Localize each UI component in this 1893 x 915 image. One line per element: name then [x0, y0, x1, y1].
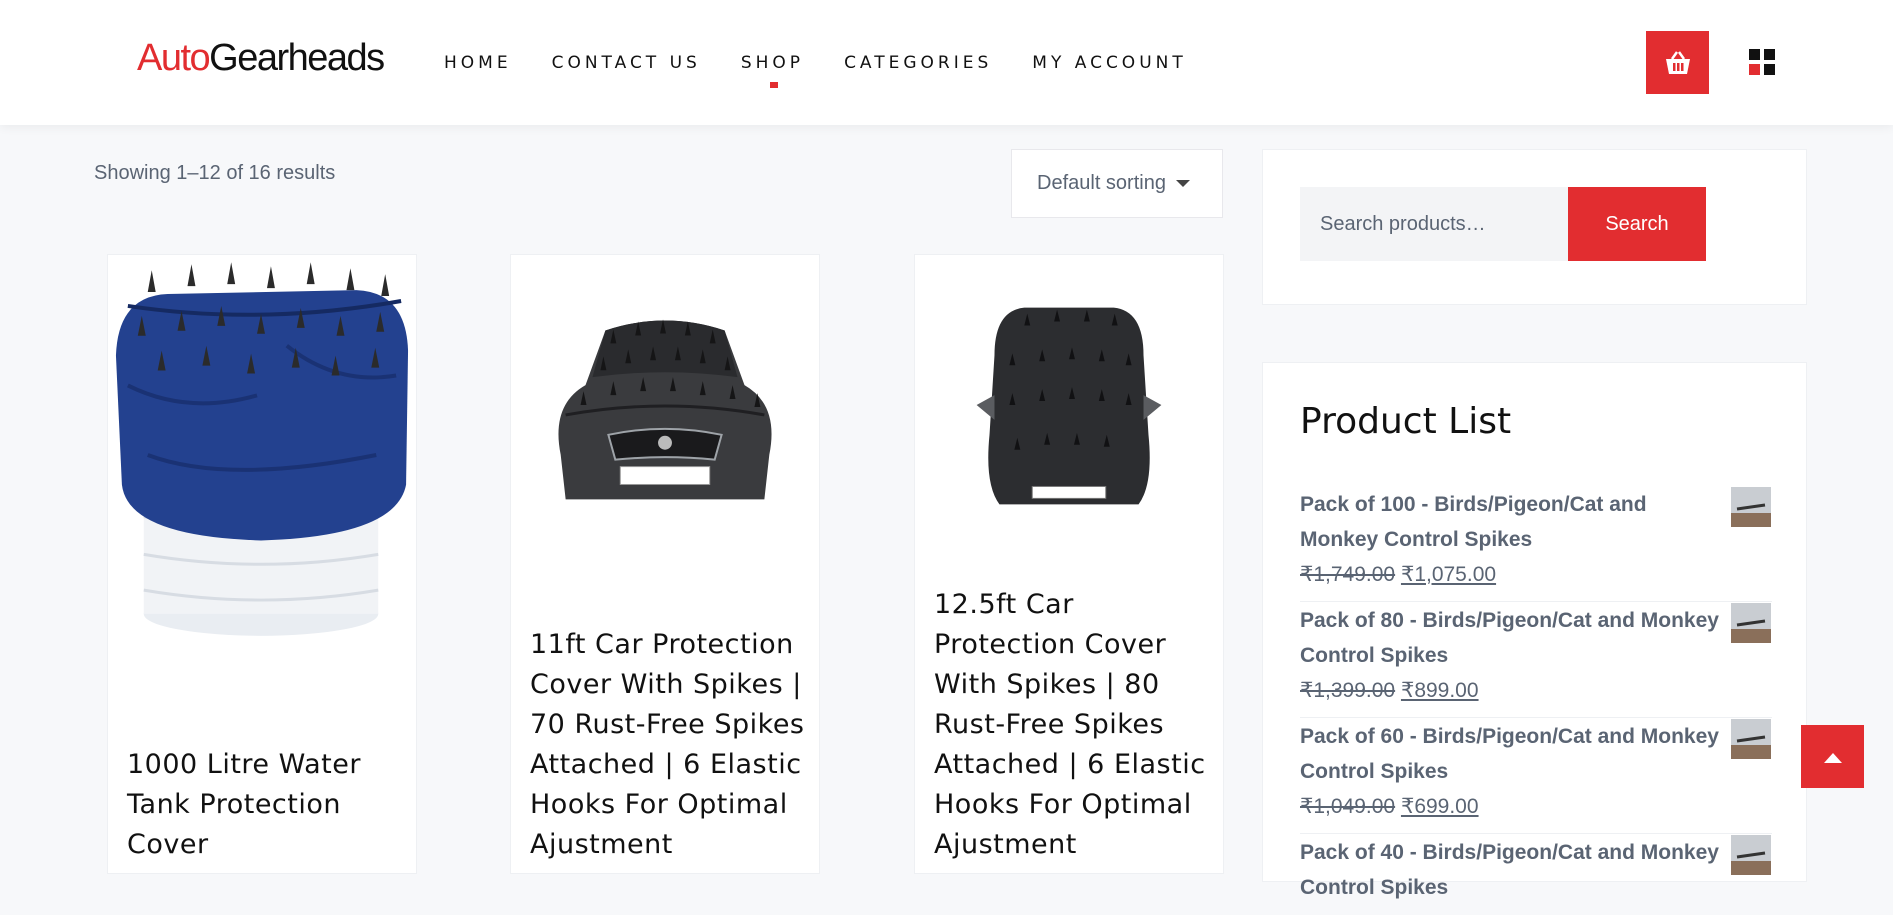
- product-thumbnail[interactable]: [1731, 835, 1771, 875]
- site-logo[interactable]: AutoGearheads: [137, 37, 385, 80]
- product-card[interactable]: 11ft Car Protection Cover With Spikes | …: [510, 254, 820, 874]
- product-price: ₹1,399.00 ₹899.00: [1300, 679, 1479, 702]
- main-nav: HOME CONTACT US SHOP CATEGORIES MY ACCOU…: [444, 53, 1227, 88]
- site-header: AutoGearheads HOME CONTACT US SHOP CATEG…: [0, 0, 1893, 125]
- caret-down-icon: [1175, 180, 1190, 187]
- menu-grid-icon[interactable]: [1749, 49, 1775, 75]
- list-item: Pack of 100 - Birds/Pigeon/Cat and Monke…: [1300, 487, 1772, 602]
- product-thumbnail[interactable]: [1731, 719, 1771, 759]
- product-card[interactable]: 12.5ft Car Protection Cover With Spikes …: [914, 254, 1224, 874]
- product-image: [558, 319, 772, 500]
- basket-icon: [1665, 50, 1690, 74]
- product-title[interactable]: 12.5ft Car Protection Cover With Spikes …: [934, 585, 1214, 865]
- product-thumbnail[interactable]: [1731, 603, 1771, 643]
- sorting-label: Default sorting: [1037, 172, 1166, 194]
- list-item: Pack of 80 - Birds/Pigeon/Cat and Monkey…: [1300, 603, 1772, 718]
- product-list-link[interactable]: Pack of 40 - Birds/Pigeon/Cat and Monkey…: [1300, 835, 1720, 905]
- nav-my-account[interactable]: MY ACCOUNT: [1032, 53, 1186, 73]
- search-input[interactable]: [1300, 187, 1568, 261]
- search-button[interactable]: Search: [1568, 187, 1706, 261]
- caret-up-icon: [1823, 752, 1842, 763]
- nav-categories[interactable]: CATEGORIES: [844, 53, 992, 73]
- product-title[interactable]: 11ft Car Protection Cover With Spikes | …: [530, 625, 810, 865]
- list-item: Pack of 40 - Birds/Pigeon/Cat and Monkey…: [1300, 835, 1772, 915]
- product-image: [976, 307, 1162, 505]
- product-title[interactable]: 1000 Litre Water Tank Protection Cover: [127, 745, 407, 865]
- list-item: Pack of 60 - Birds/Pigeon/Cat and Monkey…: [1300, 719, 1772, 834]
- product-list-widget: Product List Pack of 100 - Birds/Pigeon/…: [1262, 362, 1807, 899]
- cart-button[interactable]: [1646, 31, 1709, 94]
- product-price: ₹1,749.00 ₹1,075.00: [1300, 563, 1497, 586]
- product-image: [115, 262, 409, 636]
- product-price: ₹1,049.00 ₹699.00: [1300, 795, 1479, 818]
- product-card[interactable]: 1000 Litre Water Tank Protection Cover: [107, 254, 417, 874]
- nav-home[interactable]: HOME: [444, 53, 512, 73]
- sorting-select[interactable]: Default sorting: [1011, 149, 1223, 218]
- result-count: Showing 1–12 of 16 results: [94, 162, 336, 184]
- product-list-title: Product List: [1300, 401, 1512, 442]
- nav-contact-us[interactable]: CONTACT US: [552, 53, 701, 73]
- active-nav-indicator: [770, 82, 779, 88]
- product-thumbnail[interactable]: [1731, 487, 1771, 527]
- product-list-link[interactable]: Pack of 60 - Birds/Pigeon/Cat and Monkey…: [1300, 719, 1720, 789]
- scroll-to-top-button[interactable]: [1801, 725, 1864, 788]
- nav-shop[interactable]: SHOP: [741, 53, 804, 88]
- product-list-link[interactable]: Pack of 100 - Birds/Pigeon/Cat and Monke…: [1300, 487, 1720, 557]
- product-list-link[interactable]: Pack of 80 - Birds/Pigeon/Cat and Monkey…: [1300, 603, 1720, 673]
- search-widget: Search: [1262, 149, 1807, 305]
